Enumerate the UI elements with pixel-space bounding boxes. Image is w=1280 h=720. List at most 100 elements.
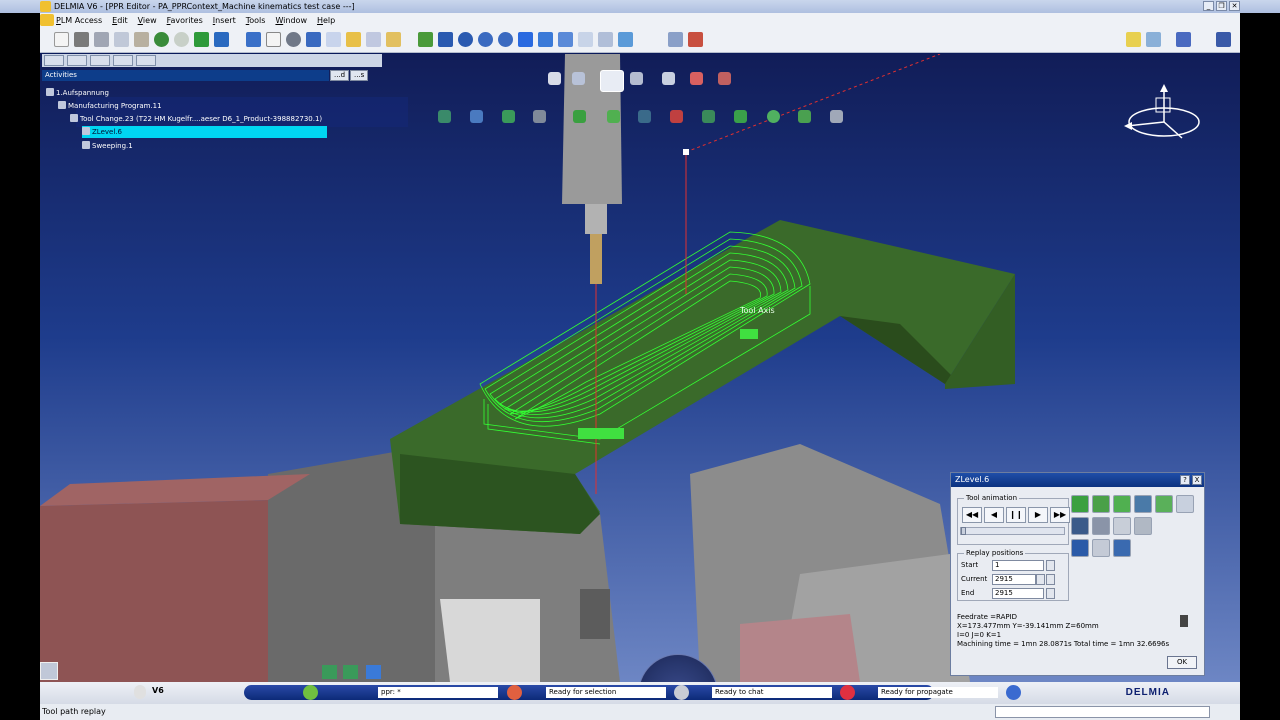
- bookmark-icon[interactable]: [1126, 32, 1141, 47]
- current-spinner[interactable]: [1036, 574, 1045, 585]
- video-result-icon[interactable]: [1134, 495, 1152, 513]
- iso-view-icon[interactable]: [538, 32, 553, 47]
- hierarchy-icon[interactable]: [366, 32, 381, 47]
- feature-icon-6[interactable]: [607, 110, 620, 123]
- start-field[interactable]: 1: [992, 560, 1044, 571]
- swap-space-icon[interactable]: [598, 32, 613, 47]
- print-icon[interactable]: [74, 32, 89, 47]
- tree-item-manufacturing-program[interactable]: Manufacturing Program.11: [58, 100, 162, 112]
- redo-icon[interactable]: [174, 32, 189, 47]
- update-icon[interactable]: [194, 32, 209, 47]
- photo-icon[interactable]: [662, 72, 675, 85]
- collision-icon[interactable]: [1113, 539, 1131, 557]
- selection-icon[interactable]: [507, 685, 522, 700]
- feature-icon-12[interactable]: [798, 110, 811, 123]
- snapshot-icon[interactable]: [386, 32, 401, 47]
- tree-item-sweeping[interactable]: Sweeping.1: [82, 140, 133, 152]
- feature-icon-4[interactable]: [533, 110, 546, 123]
- normal-view-icon[interactable]: [518, 32, 533, 47]
- bottom-tool-icon-3[interactable]: [366, 665, 381, 679]
- feature-icon-11[interactable]: [767, 110, 780, 123]
- display-part-icon[interactable]: [1155, 495, 1173, 513]
- operation-icon[interactable]: [572, 72, 585, 85]
- tree-expand-d-button[interactable]: ...d: [330, 70, 350, 81]
- step-back-button[interactable]: ◀: [984, 507, 1004, 523]
- tree-expand-s-button[interactable]: ...s: [350, 70, 369, 81]
- filter-icon[interactable]: [1071, 517, 1089, 535]
- view-mode-icon[interactable]: [618, 32, 633, 47]
- analysis-icon[interactable]: [1176, 495, 1194, 513]
- tree-tab-4[interactable]: [113, 55, 133, 66]
- fast-forward-button[interactable]: ▶▶: [1050, 507, 1070, 523]
- lock-icon[interactable]: [346, 32, 361, 47]
- propagate-icon[interactable]: [840, 685, 855, 700]
- cut-icon[interactable]: [94, 32, 109, 47]
- new-icon[interactable]: [54, 32, 69, 47]
- search-globe-icon[interactable]: [303, 685, 318, 700]
- video-icon[interactable]: [630, 72, 643, 85]
- part-icon[interactable]: [718, 72, 731, 85]
- menu-help[interactable]: Help: [317, 16, 345, 25]
- render-style-icon[interactable]: [558, 32, 573, 47]
- close-button[interactable]: ✕: [1229, 1, 1240, 11]
- undo-icon[interactable]: [154, 32, 169, 47]
- ppr-input[interactable]: ppr: *: [378, 687, 498, 698]
- print-icon-2[interactable]: [1113, 517, 1131, 535]
- compass-icon[interactable]: [1122, 82, 1202, 142]
- plm-compass-icon[interactable]: [40, 14, 54, 26]
- rewind-button[interactable]: ◀◀: [962, 507, 982, 523]
- globe-icon[interactable]: [1006, 685, 1021, 700]
- measure-icon[interactable]: [668, 32, 683, 47]
- animation-slider[interactable]: [960, 527, 1065, 535]
- feature-icon-2[interactable]: [470, 110, 483, 123]
- compass-v6-icon[interactable]: [134, 685, 146, 699]
- delete-icon[interactable]: [1134, 517, 1152, 535]
- tree-item-tool-change[interactable]: Tool Change.23 (T22 HM Kugelfr....aeser …: [70, 113, 322, 125]
- whats-this-icon[interactable]: [214, 32, 229, 47]
- rotate-icon[interactable]: [458, 32, 473, 47]
- machine-icon[interactable]: [548, 72, 561, 85]
- formula-icon[interactable]: [266, 32, 281, 47]
- robot-gadget-icon[interactable]: [40, 662, 58, 680]
- restore-button[interactable]: ❐: [1216, 1, 1227, 11]
- display-path-icon[interactable]: [1113, 495, 1131, 513]
- menu-insert[interactable]: Insert: [213, 16, 246, 25]
- table-icon[interactable]: [326, 32, 341, 47]
- pause-button[interactable]: ❙❙: [1006, 507, 1026, 523]
- tree-item-zlevel[interactable]: ZLevel.6: [82, 126, 327, 138]
- bottom-tool-icon-2[interactable]: [343, 665, 358, 679]
- community-icon[interactable]: [1216, 32, 1231, 47]
- start-spinner[interactable]: [1046, 560, 1055, 571]
- help-button[interactable]: ?: [1180, 475, 1190, 485]
- tree-tab-2[interactable]: [67, 55, 87, 66]
- filter-icon[interactable]: [306, 32, 321, 47]
- share-icon[interactable]: [1176, 32, 1191, 47]
- feature-icon-5[interactable]: [573, 110, 586, 123]
- comment-icon[interactable]: [286, 32, 301, 47]
- dialog-close-button[interactable]: X: [1192, 475, 1202, 485]
- menu-window[interactable]: Window: [275, 16, 317, 25]
- feature-icon-3[interactable]: [502, 110, 515, 123]
- slider-thumb[interactable]: [961, 527, 966, 535]
- feature-icon-9[interactable]: [702, 110, 715, 123]
- feature-icon-1[interactable]: [438, 110, 451, 123]
- play-button[interactable]: ▶: [1028, 507, 1048, 523]
- menu-tools[interactable]: Tools: [246, 16, 276, 25]
- minimize-button[interactable]: _: [1203, 1, 1214, 11]
- zoom-in-icon[interactable]: [478, 32, 493, 47]
- tree-tab-3[interactable]: [90, 55, 110, 66]
- menu-edit[interactable]: Edit: [112, 16, 138, 25]
- chat-icon[interactable]: [674, 685, 689, 700]
- paste-icon[interactable]: [134, 32, 149, 47]
- zoom-out-icon[interactable]: [498, 32, 513, 47]
- fit-all-icon[interactable]: [418, 32, 433, 47]
- command-input[interactable]: [995, 706, 1210, 718]
- menu-favorites[interactable]: Favorites: [167, 16, 213, 25]
- menu-plm-access[interactable]: PLM Access: [56, 16, 112, 25]
- tree-tab-5[interactable]: [136, 55, 156, 66]
- bottom-tool-icon-1[interactable]: [322, 665, 337, 679]
- feature-icon-7[interactable]: [638, 110, 651, 123]
- arrow-icon[interactable]: [246, 32, 261, 47]
- current-spinner-2[interactable]: [1046, 574, 1055, 585]
- feature-icon-10[interactable]: [734, 110, 747, 123]
